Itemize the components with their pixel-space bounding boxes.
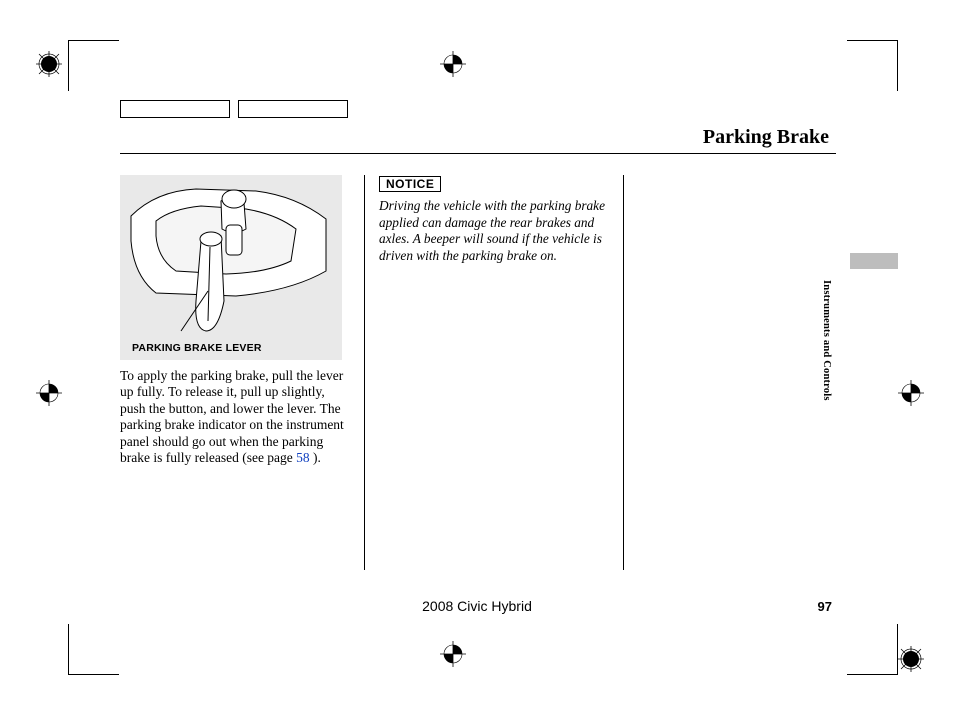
crop-mark xyxy=(68,624,119,675)
crop-mark xyxy=(68,40,119,91)
figure-caption: PARKING BRAKE LEVER xyxy=(132,342,262,354)
parking-brake-figure: PARKING BRAKE LEVER xyxy=(120,175,342,360)
cross-mark-icon xyxy=(898,380,924,411)
cross-mark-icon xyxy=(440,51,466,82)
column-1: PARKING BRAKE LEVER To apply the parking… xyxy=(120,175,364,570)
ref-box xyxy=(238,100,348,118)
cross-mark-icon xyxy=(440,641,466,672)
title-rule xyxy=(120,153,836,154)
body-paragraph: To apply the parking brake, pull the lev… xyxy=(120,368,350,467)
body-text-tail: ). xyxy=(310,450,321,465)
ref-box xyxy=(120,100,230,118)
crop-mark xyxy=(847,40,898,91)
page-title: Parking Brake xyxy=(703,126,829,149)
footer-model: 2008 Civic Hybrid xyxy=(0,598,954,614)
content-area: PARKING BRAKE LEVER To apply the parking… xyxy=(120,175,840,570)
crop-mark xyxy=(847,624,898,675)
header-ref-boxes xyxy=(120,100,348,118)
registration-mark-icon xyxy=(36,51,62,77)
column-2: NOTICE Driving the vehicle with the park… xyxy=(364,175,623,570)
column-3 xyxy=(623,175,838,570)
section-tab xyxy=(850,253,898,269)
notice-label: NOTICE xyxy=(379,176,441,192)
registration-mark-icon xyxy=(898,646,924,672)
parking-brake-illustration xyxy=(126,181,336,341)
notice-text: Driving the vehicle with the parking bra… xyxy=(379,198,609,264)
cross-mark-icon xyxy=(36,380,62,411)
footer-page-number: 97 xyxy=(818,599,832,614)
page-reference-link[interactable]: 58 xyxy=(296,450,310,465)
section-label: Instruments and Controls xyxy=(821,280,832,401)
